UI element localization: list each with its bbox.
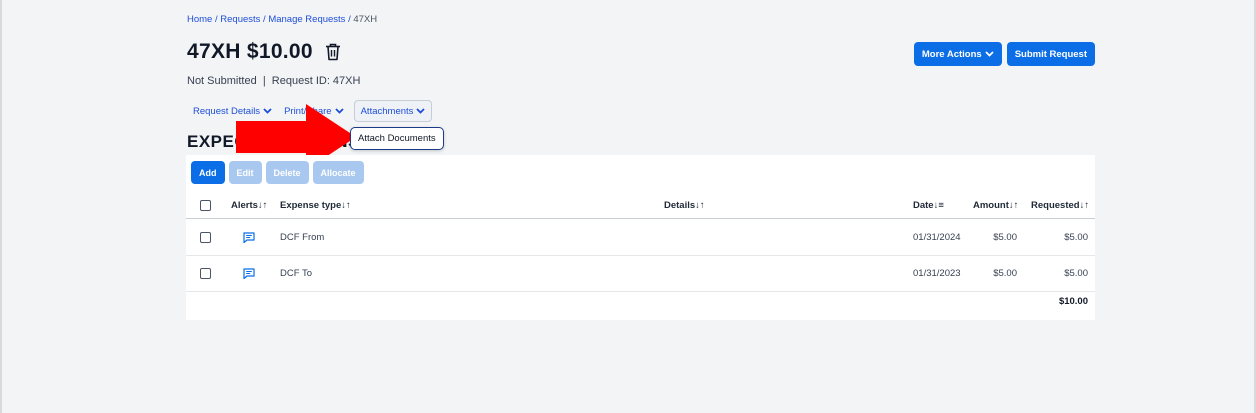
date-cell: 01/31/2023 xyxy=(913,268,961,279)
expenses-panel: Add Edit Delete Allocate Alerts↓↑ Expens… xyxy=(186,155,1095,320)
table-row[interactable]: DCF To 01/31/2023 $5.00 $5.00 xyxy=(186,256,1095,292)
expense-type-cell: DCF To xyxy=(280,268,313,279)
alert-cell xyxy=(243,256,255,291)
trash-icon[interactable] xyxy=(325,43,341,61)
requested-cell: $5.00 xyxy=(1064,268,1088,279)
header-actions: More Actions Submit Request xyxy=(913,42,1095,66)
column-header-details[interactable]: Details↓↑ xyxy=(664,193,705,218)
breadcrumb-home[interactable]: Home xyxy=(187,14,212,25)
table-header: Alerts↓↑ Expense type↓↑ Details↓↑ Date↓≡… xyxy=(186,193,1095,219)
expense-type-cell: DCF From xyxy=(280,232,325,243)
amount-cell: $5.00 xyxy=(993,232,1017,243)
column-header-amount[interactable]: Amount↓↑ xyxy=(973,193,1018,218)
submit-request-button[interactable]: Submit Request xyxy=(1006,42,1095,66)
comment-icon[interactable] xyxy=(243,268,255,279)
row-checkbox[interactable] xyxy=(200,232,211,243)
table-row[interactable]: DCF From 01/31/2024 $5.00 $5.00 xyxy=(186,220,1095,256)
breadcrumb-manage-requests[interactable]: Manage Requests xyxy=(268,14,345,25)
expense-actions: Add Edit Delete Allocate xyxy=(191,161,364,184)
chevron-down-icon xyxy=(985,51,994,57)
request-id: Request ID: 47XH xyxy=(271,75,361,87)
column-header-date[interactable]: Date↓≡ xyxy=(913,193,944,218)
breadcrumb-current: 47XH xyxy=(353,14,378,25)
breadcrumb-requests[interactable]: Requests xyxy=(220,14,260,25)
alert-cell xyxy=(243,220,255,255)
attach-documents-menu-item[interactable]: Attach Documents xyxy=(350,127,444,150)
status-text: Not Submitted xyxy=(187,75,257,87)
allocate-button[interactable]: Allocate xyxy=(312,161,364,184)
total-requested: $10.00 xyxy=(1058,296,1088,307)
select-all-checkbox[interactable] xyxy=(200,200,211,211)
request-status-line: Not Submitted | Request ID: 47XH xyxy=(187,75,360,87)
row-checkbox[interactable] xyxy=(200,268,211,279)
tab-label: Attachments xyxy=(360,105,414,117)
column-header-requested[interactable]: Requested↓↑ xyxy=(1031,193,1089,218)
page-title: 47XH $10.00 xyxy=(187,40,313,63)
row-select-cell xyxy=(200,220,211,255)
add-button[interactable]: Add xyxy=(191,161,225,184)
amount-cell: $5.00 xyxy=(993,268,1017,279)
row-select-cell xyxy=(200,256,211,291)
date-cell: 01/31/2024 xyxy=(913,232,961,243)
more-actions-button[interactable]: More Actions xyxy=(913,42,1002,66)
status-divider: | xyxy=(256,75,272,87)
tab-attachments[interactable]: Attachments xyxy=(353,100,433,122)
breadcrumb: Home / Requests / Manage Requests / 47XH xyxy=(187,14,377,25)
delete-button[interactable]: Delete xyxy=(265,161,309,184)
column-header-alerts[interactable]: Alerts↓↑ xyxy=(231,193,267,218)
comment-icon[interactable] xyxy=(243,232,255,243)
column-header-expense-type[interactable]: Expense type↓↑ xyxy=(280,193,351,218)
requested-cell: $5.00 xyxy=(1064,232,1088,243)
chevron-down-icon xyxy=(416,108,426,114)
select-all-cell xyxy=(200,193,211,218)
window-edge-left xyxy=(0,0,2,413)
page-title-row: 47XH $10.00 xyxy=(187,40,341,64)
edit-button[interactable]: Edit xyxy=(228,161,262,184)
more-actions-label: More Actions xyxy=(921,48,982,60)
